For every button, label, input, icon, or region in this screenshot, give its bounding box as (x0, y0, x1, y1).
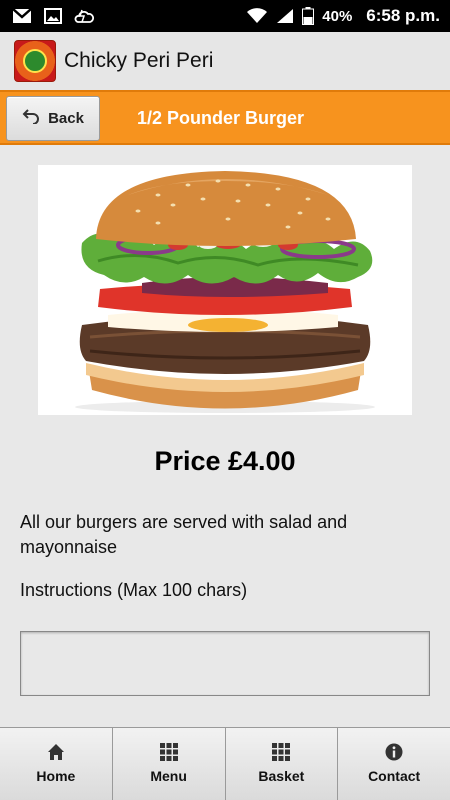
page-header: Back 1/2 Pounder Burger (0, 90, 450, 145)
nav-basket-label: Basket (258, 768, 305, 784)
instructions-input[interactable] (20, 631, 430, 696)
app-bar: Chicky Peri Peri (0, 32, 450, 90)
product-description: All our burgers are served with salad an… (20, 512, 348, 557)
page-title: 1/2 Pounder Burger (137, 108, 305, 128)
info-icon (385, 742, 403, 762)
battery-percent: 40% (322, 7, 353, 25)
back-arrow-icon (22, 108, 40, 129)
clock: 6:58 p.m. (366, 6, 440, 25)
nav-contact-label: Contact (368, 768, 421, 784)
signal-icon (276, 8, 294, 24)
status-bar: 40% 6:58 p.m. (0, 0, 450, 32)
weather-icon (74, 8, 94, 24)
grid-icon (272, 742, 291, 762)
status-bar-system: 40% 6:58 p.m. (246, 6, 440, 26)
back-button[interactable]: Back (6, 96, 100, 141)
battery-icon (302, 7, 315, 25)
nav-menu-label: Menu (150, 768, 187, 784)
bottom-nav: Home Menu Basket Contact (0, 727, 450, 800)
nav-basket[interactable]: Basket (225, 728, 339, 800)
nav-home-label: Home (36, 768, 76, 784)
chicken-logo-icon (23, 49, 47, 73)
gmail-icon (12, 8, 32, 24)
nav-home[interactable]: Home (0, 728, 113, 800)
nav-contact[interactable]: Contact (338, 728, 450, 800)
grid-icon (159, 742, 178, 762)
home-icon (47, 742, 65, 762)
product-image (38, 165, 412, 415)
app-title: Chicky Peri Peri (64, 49, 214, 72)
back-button-label: Back (48, 110, 84, 127)
app-logo (14, 40, 56, 82)
wifi-icon (246, 8, 268, 24)
status-bar-notifications (12, 8, 94, 24)
image-icon (44, 8, 62, 24)
instructions-label: Instructions (Max 100 chars) (20, 580, 248, 600)
product-price: Price £4.00 (154, 446, 296, 476)
nav-menu[interactable]: Menu (112, 728, 226, 800)
